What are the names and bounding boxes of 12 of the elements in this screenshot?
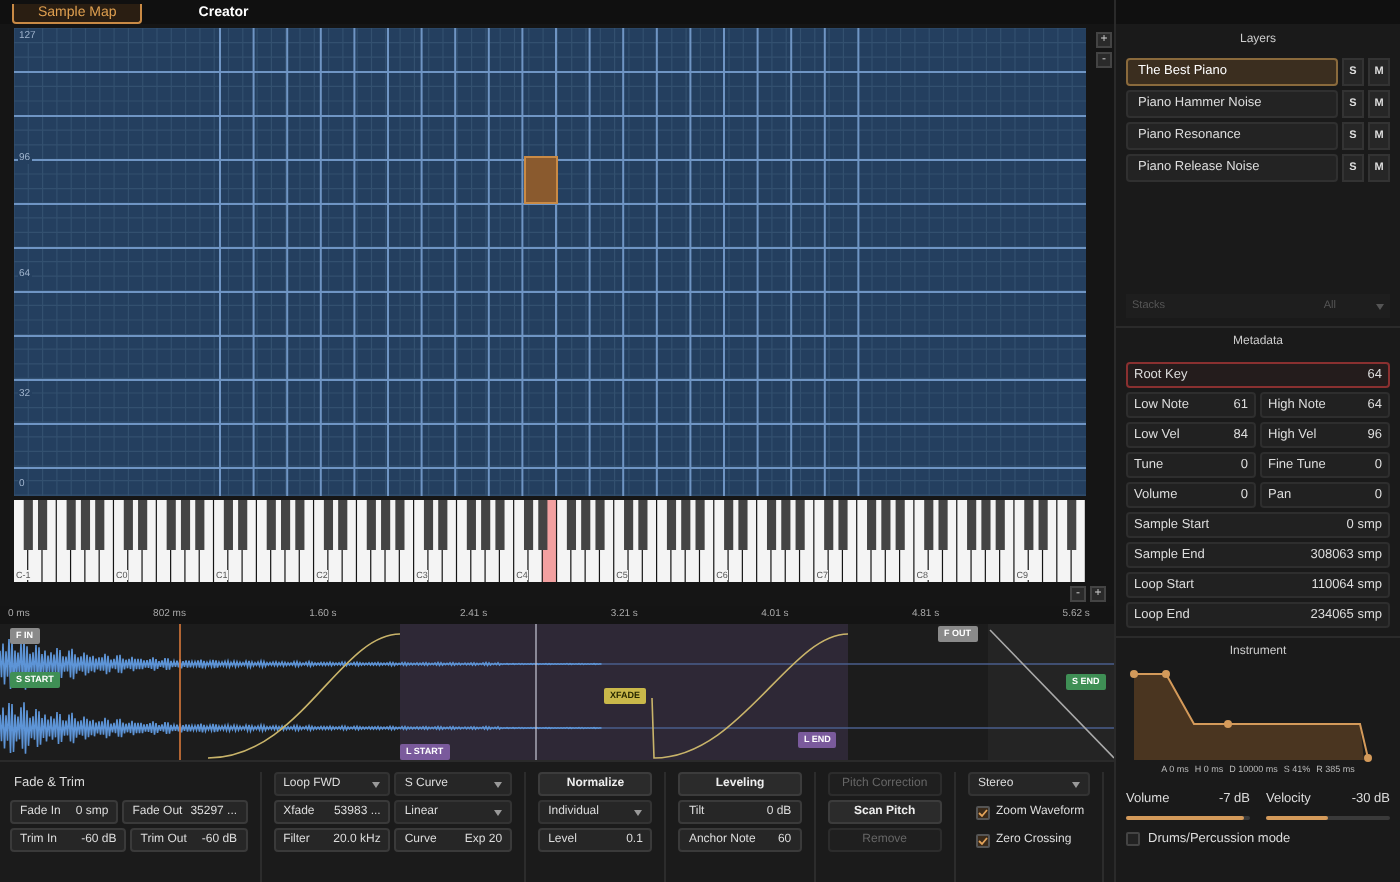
caret-icon [1072,781,1080,787]
caret-icon [372,781,381,787]
checkmark-icon [978,835,988,845]
piano-keyboard-drawing[interactable] [14,500,1086,582]
caret-icon [634,809,643,815]
checkbox[interactable] [976,805,990,819]
caret-icon [494,781,503,787]
caret-icon [494,809,503,815]
caret-icon [1376,303,1384,309]
checkmark-icon [978,807,988,817]
checkbox[interactable] [976,833,990,847]
checkbox[interactable] [1126,831,1140,846]
